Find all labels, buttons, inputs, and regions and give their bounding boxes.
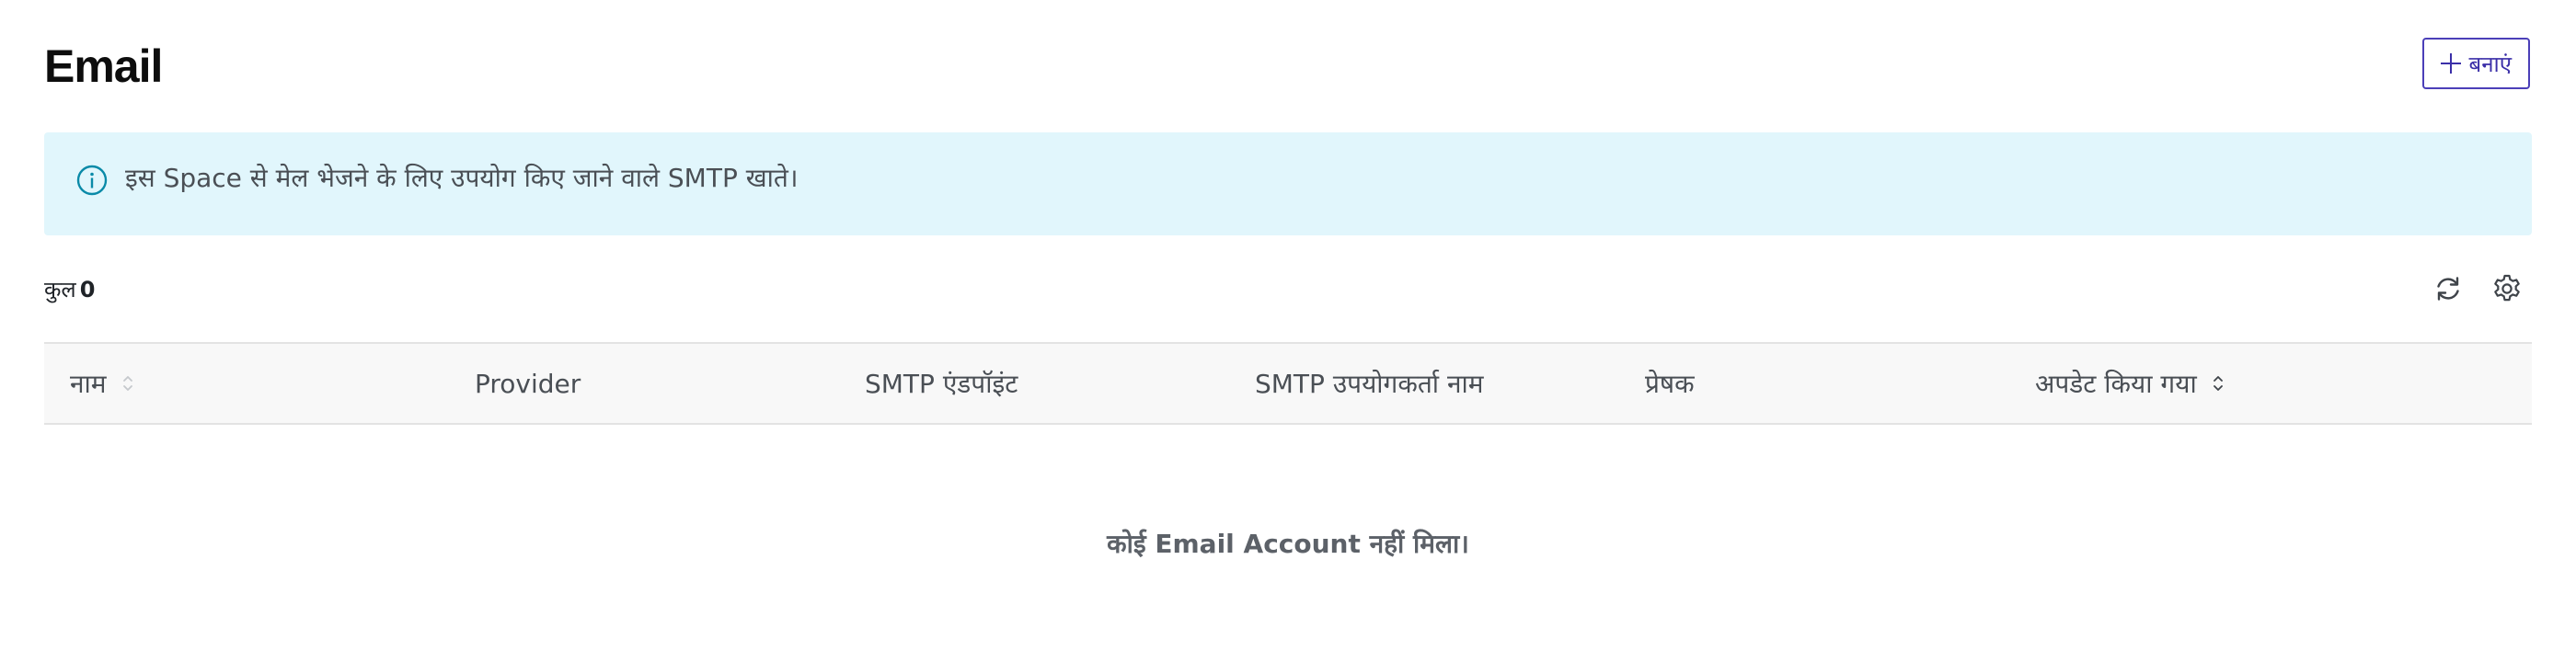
page-title: Email xyxy=(44,40,163,92)
column-header-label: अपडेट किया गया xyxy=(2035,369,2197,399)
column-header-name[interactable]: नाम xyxy=(44,343,475,424)
column-header-label: नाम xyxy=(70,369,107,399)
column-header-smtp-endpoint: SMTP एंडपॉइंट xyxy=(865,343,1255,424)
email-accounts-table: नाम Provider SMTP एंडपॉइंट SMTP उपयोगकर्… xyxy=(44,342,2532,662)
create-button-label: बनाएं xyxy=(2468,51,2512,77)
page: Email बनाएं इस Space से मेल भेजने के लिए… xyxy=(0,0,2576,662)
table-header-row: नाम Provider SMTP एंडपॉइंट SMTP उपयोगकर्… xyxy=(44,343,2532,424)
column-header-label: Provider xyxy=(475,368,581,399)
column-header-smtp-username: SMTP उपयोगकर्ता नाम xyxy=(1255,343,1645,424)
total-count: कुल 0 xyxy=(44,274,95,304)
column-header-sender: प्रेषक xyxy=(1645,343,2035,424)
refresh-icon[interactable] xyxy=(2432,273,2464,304)
column-header-label: SMTP एंडपॉइंट xyxy=(865,369,1018,399)
empty-state-message: कोई Email Account नहीं मिला। xyxy=(44,424,2532,662)
page-header: Email बनाएं xyxy=(44,0,2532,125)
column-header-label: प्रेषक xyxy=(1645,369,1695,399)
total-label: कुल xyxy=(44,276,76,302)
gear-icon[interactable] xyxy=(2491,273,2523,304)
sort-icon[interactable] xyxy=(121,372,134,394)
info-icon xyxy=(76,165,108,196)
toolbar-icons xyxy=(2432,273,2523,304)
column-header-label: SMTP उपयोगकर्ता नाम xyxy=(1255,369,1484,399)
total-count-value: 0 xyxy=(79,276,96,302)
plus-icon xyxy=(2441,53,2462,74)
sort-icon[interactable] xyxy=(2212,372,2225,394)
column-header-provider: Provider xyxy=(475,343,865,424)
create-button[interactable]: बनाएं xyxy=(2422,38,2530,89)
empty-state-row: कोई Email Account नहीं मिला। xyxy=(44,424,2532,662)
info-banner: इस Space से मेल भेजने के लिए उपयोग किए ज… xyxy=(44,132,2532,235)
column-header-updated[interactable]: अपडेट किया गया xyxy=(2035,343,2532,424)
table-toolbar: कुल 0 xyxy=(44,235,2532,342)
info-banner-text: इस Space से मेल भेजने के लिए उपयोग किए ज… xyxy=(125,163,799,193)
